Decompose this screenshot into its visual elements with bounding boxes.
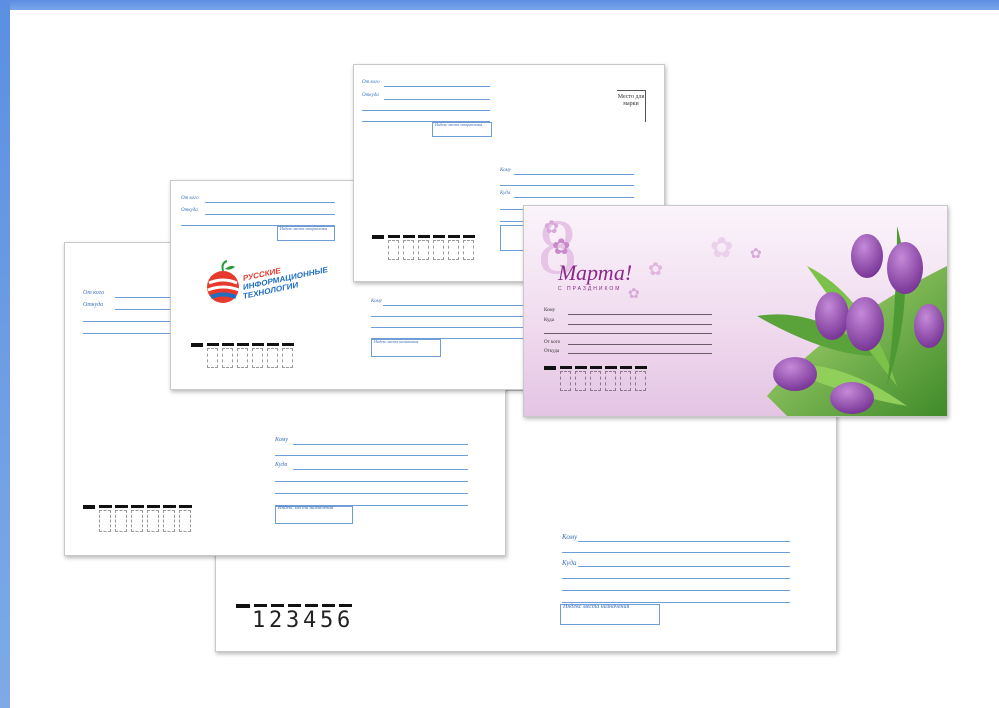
from-line: [568, 344, 712, 345]
index-box: Индекс места назначения: [560, 604, 660, 625]
to-line-2: [500, 185, 634, 186]
from-where-line: [205, 214, 335, 215]
to-label: Кому: [544, 308, 556, 313]
where-line: [568, 324, 712, 325]
zip-grid: [191, 343, 294, 368]
where-line: [514, 197, 634, 198]
to-line: [514, 174, 634, 175]
holiday-title: Марта!: [558, 260, 633, 285]
from-line: [205, 202, 335, 203]
envelope-holiday: 8 ✿ ✿ ✿ ✿ ✿ ✿ Марта! С ПРАЗДНИКОМ Кому К…: [523, 205, 948, 417]
from-label: От кого: [544, 340, 561, 345]
to-line: [293, 444, 468, 445]
zip-digit-6: 6: [337, 608, 351, 633]
flower-icon: ✿: [710, 232, 734, 263]
from-line-3: [362, 110, 490, 111]
index-label: Индекс места назначения: [278, 506, 334, 511]
zip-digit-2: 2: [269, 608, 283, 633]
from-where-line: [384, 99, 490, 100]
where-line: [578, 566, 790, 567]
to-line: [578, 541, 790, 542]
to-label: Кому: [371, 299, 382, 304]
slide-left-border: [0, 0, 10, 708]
stamp-text: Место для марки: [617, 94, 645, 107]
to-label: Кому: [275, 437, 289, 443]
flower-icon: ✿: [628, 285, 640, 301]
index-dest-box: Индекс места назначения: [371, 339, 441, 357]
holiday-subtitle: С ПРАЗДНИКОМ: [558, 286, 622, 292]
from-where-label: Откуда: [362, 93, 379, 98]
tulip-bouquet-image: [757, 226, 947, 416]
where-line-2: [275, 481, 468, 482]
zip-digit-5: 5: [320, 608, 334, 633]
zip-digit-3: 3: [286, 608, 300, 633]
index-box: Индекс места отправления: [432, 122, 492, 137]
from-where-label: Откуда: [544, 349, 560, 354]
company-logo: РУССКИЕ ИНФОРМАЦИОННЫЕ ТЕХНОЛОГИИ: [205, 259, 335, 309]
zip-grid: [544, 366, 647, 391]
zip-grid: [83, 505, 192, 532]
where-line: [293, 469, 468, 470]
where-label: Куда: [562, 559, 577, 567]
from-where-label: Откуда: [83, 302, 104, 308]
zip-digit-4: 4: [303, 608, 317, 633]
from-line: [384, 86, 490, 87]
zip-digit-1: 1: [252, 608, 266, 633]
index-label: Индекс места назначения: [563, 604, 630, 610]
index-dest-label: Индекс места назначения: [374, 339, 419, 344]
from-where-label: Откуда: [181, 208, 198, 213]
flower-icon: ✿: [648, 259, 664, 279]
where-line-3: [562, 590, 790, 591]
from-where-line: [568, 353, 712, 354]
flower-icon: ✿: [552, 234, 571, 259]
to-line: [568, 314, 712, 315]
zip-grid: [372, 235, 475, 260]
index-box: Индекс места назначения: [275, 506, 353, 524]
to-line: [383, 305, 523, 306]
to-line-2: [371, 316, 523, 317]
to-line-2: [562, 552, 790, 553]
stamp-placeholder: Место для марки: [617, 90, 646, 122]
to-label: Кому: [500, 168, 511, 173]
from-label: От кого: [181, 196, 199, 201]
index-box: Индекс места отправления: [277, 226, 335, 241]
from-label: От кого: [362, 80, 380, 85]
where-line-2: [562, 578, 790, 579]
index-label: Индекс места отправления: [435, 122, 483, 127]
index-label: Индекс места отправления: [280, 226, 328, 231]
to-line-2: [275, 455, 468, 456]
where-label: Куда: [544, 318, 554, 323]
where-label: Куда: [500, 191, 511, 196]
where-line-2: [544, 333, 712, 334]
where-label: Куда: [275, 462, 288, 468]
where-line-4: [562, 602, 790, 603]
logo-mark-icon: [207, 260, 240, 303]
from-label: От кого: [83, 290, 105, 296]
where-line-3: [275, 493, 468, 494]
to-label: Кому: [562, 533, 578, 541]
to-line-3: [371, 327, 523, 328]
